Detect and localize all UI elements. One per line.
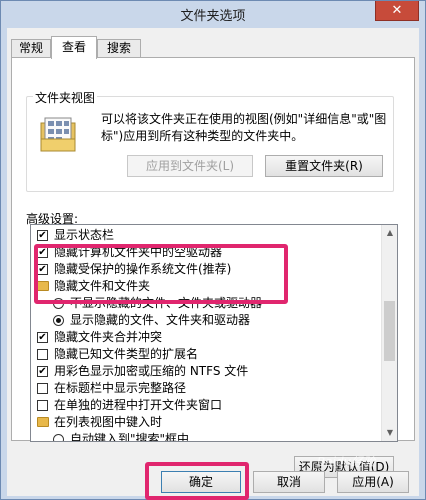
settings-row-label: 隐藏计算机文件夹中的空驱动器 [54,245,223,259]
ok-button[interactable]: 确定 [161,471,241,493]
close-button[interactable]: ✕ [375,1,419,21]
settings-row-label: 自动键入到"搜索"框中 [70,432,190,442]
list-scrollbar[interactable]: ▲ ▼ [381,225,397,441]
cancel-button[interactable]: 取消 [253,471,325,493]
settings-row-label: 隐藏文件夹合并冲突 [54,330,163,344]
folder-icon [37,281,49,291]
settings-row-label: 在单独的进程中打开文件夹窗口 [54,398,223,412]
checkbox-checked-icon[interactable]: ✔ [37,230,48,241]
settings-row[interactable]: 隐藏已知文件类型的扩展名 [31,346,383,363]
settings-row: 隐藏文件和文件夹 [31,278,383,295]
folder-views-label: 文件夹视图 [33,89,98,106]
checkbox-checked-icon[interactable]: ✔ [37,247,48,258]
checkbox-checked-icon[interactable]: ✔ [37,332,48,343]
settings-row[interactable]: 在单独的进程中打开文件夹窗口 [31,397,383,414]
window-title: 文件夹选项 [180,9,246,24]
folder-views-group: 文件夹视图 可以将该文件夹正在使用的视图(例如"详细信息"或"图标")应用到所有… [26,89,394,192]
radio-unselected-icon[interactable] [53,434,64,441]
tab-view[interactable]: 查看 [51,36,97,59]
folder-icon [37,417,49,427]
settings-row-label: 隐藏受保护的操作系统文件(推荐) [54,262,232,276]
settings-row-label: 用彩色显示加密或压缩的 NTFS 文件 [54,364,249,378]
settings-row-label: 显示隐藏的文件、文件夹和驱动器 [70,313,251,327]
tab-search[interactable]: 搜索 [97,39,141,58]
settings-row-label: 隐藏文件和文件夹 [54,279,151,293]
checkbox-checked-icon[interactable]: ✔ [37,264,48,275]
scroll-down-icon[interactable]: ▼ [382,425,397,441]
folder-views-description: 可以将该文件夹正在使用的视图(例如"详细信息"或"图标")应用到所有这种类型的文… [101,112,387,143]
settings-row-label: 显示状态栏 [54,228,115,242]
settings-row[interactable]: ✔ 隐藏计算机文件夹中的空驱动器 [31,244,383,261]
close-icon: ✕ [391,3,403,18]
settings-row-label: 在列表视图中键入时 [54,415,163,429]
scroll-thumb[interactable] [384,301,395,361]
checkbox-unchecked-icon[interactable] [37,383,48,394]
settings-row[interactable]: 不显示隐藏的文件、文件夹或驱动器 [31,295,383,312]
checkbox-unchecked-icon[interactable] [37,349,48,360]
settings-row[interactable]: ✔ 显示状态栏 [31,227,383,244]
scroll-up-icon[interactable]: ▲ [382,225,397,241]
settings-row[interactable]: ✔ 隐藏受保护的操作系统文件(推荐) [31,261,383,278]
reset-folders-button[interactable]: 重置文件夹(R) [265,155,383,177]
settings-row[interactable]: ✔ 用彩色显示加密或压缩的 NTFS 文件 [31,363,383,380]
folder-options-window: 文件夹选项 ✕ 常规 查看 搜索 文件夹视图 可以将该文件夹正在使用的视图(例如… [0,0,426,500]
settings-row[interactable]: ✔ 隐藏文件夹合并冲突 [31,329,383,346]
settings-row[interactable]: 在标题栏中显示完整路径 [31,380,383,397]
dialog-client: 常规 查看 搜索 文件夹视图 可以将该文件夹正在使用的视图(例如"详细信息"或"… [7,28,419,496]
title-bar[interactable]: 文件夹选项 ✕ [1,1,425,27]
settings-row: 在列表视图中键入时 [31,414,383,431]
settings-row[interactable]: 显示隐藏的文件、文件夹和驱动器 [31,312,383,329]
settings-row[interactable]: 自动键入到"搜索"框中 [31,431,383,442]
settings-row-label: 隐藏已知文件类型的扩展名 [54,347,199,361]
tab-general[interactable]: 常规 [11,39,51,58]
advanced-settings-list[interactable]: ✔ 显示状态栏 ✔ 隐藏计算机文件夹中的空驱动器 ✔ 隐藏受保护的操作系统文件(推荐) 隐藏… [30,224,398,442]
apply-button[interactable]: 应用(A) [337,471,409,493]
checkbox-checked-icon[interactable]: ✔ [37,366,48,377]
view-tab-panel: 文件夹视图 可以将该文件夹正在使用的视图(例如"详细信息"或"图标")应用到所有… [11,57,415,478]
checkbox-unchecked-icon[interactable] [37,400,48,411]
settings-row-label: 在标题栏中显示完整路径 [54,381,187,395]
apply-to-folders-button[interactable]: 应用到文件夹(L) [127,155,253,177]
radio-selected-icon[interactable] [53,315,64,326]
watermark-text: Baidu经验 [317,455,376,469]
folder-views-icon [40,117,76,152]
settings-row-label: 不显示隐藏的文件、文件夹或驱动器 [70,296,263,310]
radio-unselected-icon[interactable] [53,298,64,309]
